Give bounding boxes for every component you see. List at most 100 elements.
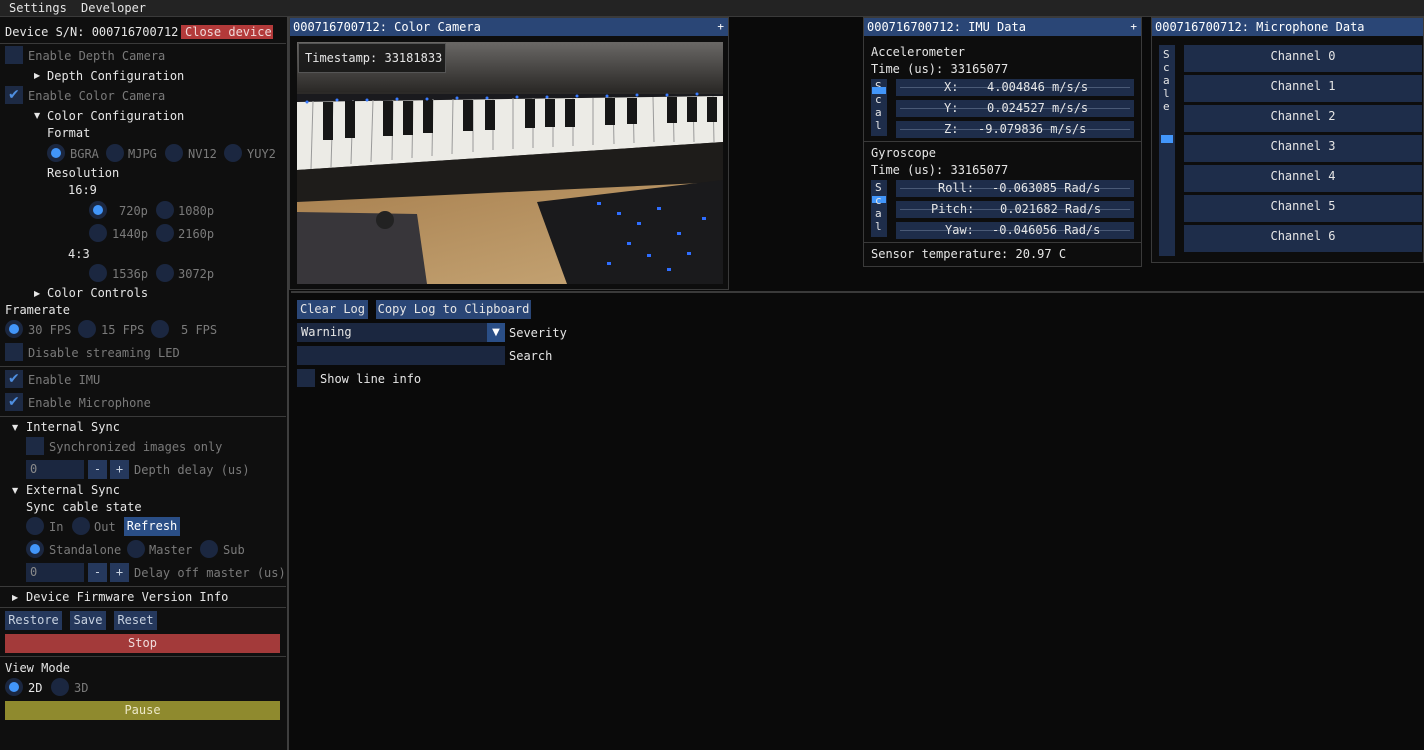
format-yuy2-radio[interactable] <box>224 144 242 162</box>
color-config-header[interactable]: Color Configuration <box>47 109 184 123</box>
menu-settings[interactable]: Settings <box>9 1 67 15</box>
search-input[interactable] <box>297 346 505 365</box>
res-2160p-label: 2160p <box>178 227 215 241</box>
depth-delay-plus[interactable]: + <box>110 460 129 479</box>
imu-window-title-text: 000716700712: IMU Data <box>867 20 1026 34</box>
gyro-scale-slider[interactable]: S c a l <box>871 180 887 237</box>
res-1080p-radio[interactable] <box>156 201 174 219</box>
save-button[interactable]: Save <box>70 611 106 630</box>
gyro-label: Gyroscope <box>871 146 937 160</box>
expand-arrow-icon[interactable]: ▶ <box>34 71 40 80</box>
search-label: Search <box>509 349 553 363</box>
collapse-arrow-icon[interactable]: ▼ <box>12 423 18 432</box>
window-expand-icon[interactable]: + <box>1130 18 1137 36</box>
mic-channel-1: Channel 1 <box>1184 75 1422 102</box>
stop-button[interactable]: Stop <box>5 634 280 653</box>
master-delay-minus[interactable]: - <box>88 563 107 582</box>
expand-arrow-icon[interactable]: ▶ <box>34 289 40 298</box>
view-mode-label: View Mode <box>5 661 71 675</box>
gyro-pitch-bar: Pitch: 0.021682 Rad/s <box>896 201 1134 218</box>
enable-mic-label: Enable Microphone <box>28 396 151 410</box>
fps-30-radio[interactable] <box>5 320 23 338</box>
accel-scale-slider[interactable]: S c a l <box>871 79 887 136</box>
accel-z-bar: Z: -9.079836 m/s/s <box>896 121 1134 138</box>
depth-config-header[interactable]: Depth Configuration <box>47 69 184 83</box>
restore-button[interactable]: Restore <box>5 611 62 630</box>
reset-button[interactable]: Reset <box>114 611 157 630</box>
format-mjpg-radio[interactable] <box>106 144 124 162</box>
copy-log-button[interactable]: Copy Log to Clipboard <box>376 300 531 319</box>
mode-master-radio[interactable] <box>127 540 145 558</box>
res-1536p-radio[interactable] <box>89 264 107 282</box>
mic-scale-slider[interactable]: S c a l e <box>1159 45 1175 256</box>
format-label: Format <box>47 126 91 140</box>
collapse-arrow-icon[interactable]: ▼ <box>12 486 18 495</box>
camera-window-title[interactable]: 000716700712: Color Camera + <box>290 18 728 36</box>
master-delay-plus[interactable]: + <box>110 563 129 582</box>
res-2160p-radio[interactable] <box>156 224 174 242</box>
color-controls-header[interactable]: Color Controls <box>47 286 148 300</box>
imu-window-title[interactable]: 000716700712: IMU Data + <box>864 18 1141 36</box>
fps-5-label: 5 FPS <box>181 323 218 337</box>
clear-log-button[interactable]: Clear Log <box>297 300 368 319</box>
scale-grab[interactable] <box>1161 135 1173 143</box>
sync-in-label: In <box>49 520 64 534</box>
depth-delay-input[interactable]: 0 <box>26 460 84 479</box>
format-nv12-label: NV12 <box>188 147 217 161</box>
depth-delay-minus[interactable]: - <box>88 460 107 479</box>
mic-window-title[interactable]: 000716700712: Microphone Data <box>1152 18 1423 36</box>
enable-imu-checkbox[interactable]: ✔ <box>5 370 23 388</box>
format-yuy2-label: YUY2 <box>247 147 276 161</box>
firmware-header[interactable]: Device Firmware Version Info <box>26 590 228 604</box>
format-bgra-label: BGRA <box>70 147 99 161</box>
res-1440p-radio[interactable] <box>89 224 107 242</box>
sync-images-label: Synchronized images only <box>49 440 223 454</box>
fps-30-label: 30 FPS <box>28 323 72 337</box>
depth-delay-label: Depth delay (us) <box>134 463 250 477</box>
external-sync-header[interactable]: External Sync <box>26 483 120 497</box>
fps-15-radio[interactable] <box>78 320 96 338</box>
resolution-label: Resolution <box>47 166 120 180</box>
mode-standalone-radio[interactable] <box>26 540 44 558</box>
check-icon: ✔ <box>8 87 20 103</box>
pause-button[interactable]: Pause <box>5 701 280 720</box>
show-line-info-checkbox[interactable] <box>297 369 315 387</box>
close-device-button[interactable]: Close device <box>181 25 273 39</box>
fps-5-radio[interactable] <box>151 320 169 338</box>
menu-bar: Settings Developer <box>0 0 1424 17</box>
window-expand-icon[interactable]: + <box>717 18 724 36</box>
check-icon: ✔ <box>8 371 20 387</box>
menu-developer[interactable]: Developer <box>81 1 146 15</box>
enable-mic-checkbox[interactable]: ✔ <box>5 393 23 411</box>
accel-label: Accelerometer <box>871 45 965 59</box>
res-3072p-radio[interactable] <box>156 264 174 282</box>
disable-led-label: Disable streaming LED <box>28 346 180 360</box>
refresh-button[interactable]: Refresh <box>124 517 180 536</box>
disable-led-checkbox[interactable] <box>5 343 23 361</box>
mode-standalone-label: Standalone <box>49 543 122 557</box>
sync-out-radio <box>72 517 90 535</box>
res-720p-radio[interactable] <box>89 201 107 219</box>
enable-color-checkbox[interactable]: ✔ <box>5 86 23 104</box>
collapse-arrow-icon[interactable]: ▼ <box>34 111 40 120</box>
view-3d-radio[interactable] <box>51 678 69 696</box>
enable-depth-checkbox[interactable] <box>5 46 23 64</box>
format-nv12-radio[interactable] <box>165 144 183 162</box>
internal-sync-header[interactable]: Internal Sync <box>26 420 120 434</box>
view-2d-radio[interactable] <box>5 678 23 696</box>
device-settings-panel: Device S/N: 000716700712 Close device En… <box>0 17 289 750</box>
sync-out-label: Out <box>94 520 116 534</box>
expand-arrow-icon[interactable]: ▶ <box>12 593 18 602</box>
res-1536p-label: 1536p <box>112 267 149 281</box>
sync-images-checkbox[interactable] <box>26 437 44 455</box>
view-2d-label: 2D <box>28 681 43 695</box>
mode-sub-radio[interactable] <box>200 540 218 558</box>
format-bgra-radio[interactable] <box>47 144 65 162</box>
res-1080p-label: 1080p <box>178 204 215 218</box>
severity-select[interactable]: Warning ▼ <box>297 323 505 342</box>
chevron-down-icon[interactable]: ▼ <box>487 323 505 342</box>
accel-time: Time (us): 33165077 <box>871 62 1009 76</box>
log-panel: Clear Log Copy Log to Clipboard Warning … <box>291 291 1424 750</box>
master-delay-input[interactable]: 0 <box>26 563 84 582</box>
device-serial: Device S/N: 000716700712 <box>5 25 179 39</box>
